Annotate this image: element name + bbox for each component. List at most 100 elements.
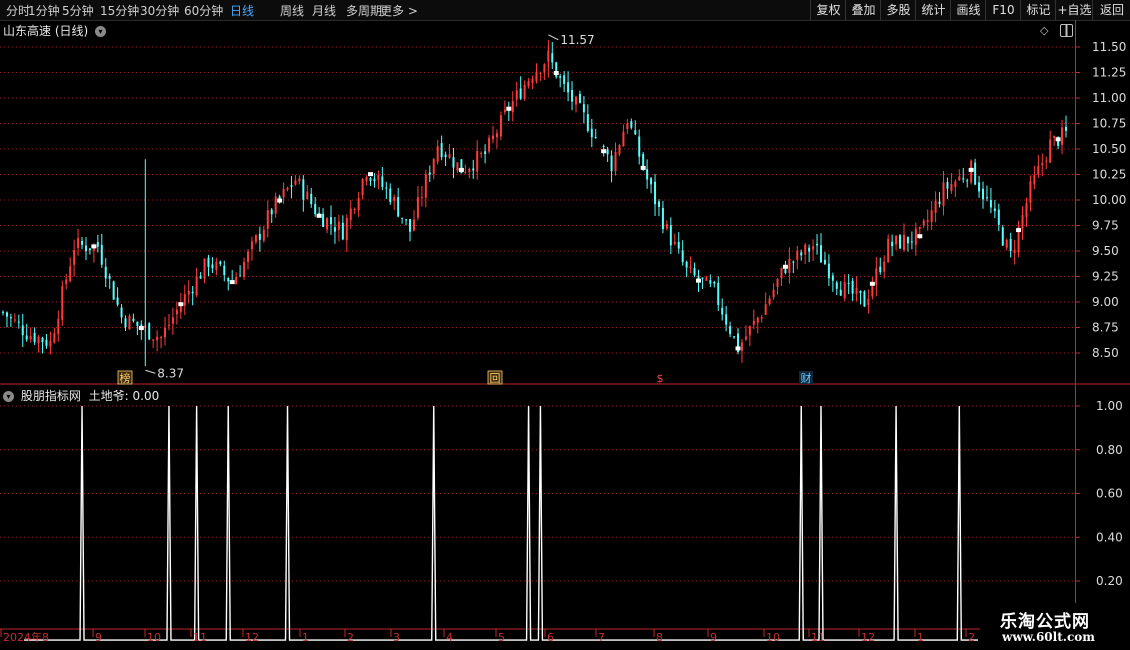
candle-body [464,171,467,173]
candle-body [88,248,91,251]
event-marker: 财 [801,371,812,385]
candle-body [337,221,340,231]
stock-title: 山东高速 (日线) [3,24,89,38]
day-marker [506,106,512,111]
candle-body [602,145,605,147]
candle-body [796,250,799,260]
candle-body [733,336,736,338]
indicator-dropdown-icon[interactable]: ▾ [3,391,14,402]
candle-body [1037,165,1040,175]
candle-body [503,109,506,113]
candle-body [219,261,222,265]
candle-body [104,266,107,279]
candle-body [539,72,542,74]
candle-body [472,168,475,171]
candle-body [764,304,767,315]
candle-body [420,197,423,199]
candle-body [377,174,380,181]
candle-body [37,336,40,344]
price-tick-label: 11.25 [1092,66,1126,80]
candle-body [590,128,593,138]
toolbar-action-8[interactable]: 返回 [1092,0,1130,20]
candle-body [689,266,692,269]
candle-body [966,180,969,182]
price-tick-label: 9.75 [1092,219,1119,233]
candle-body [887,238,890,262]
candle-body [610,155,613,172]
candle-body [740,342,743,351]
candle-body [282,188,285,198]
title-dropdown-icon[interactable]: ▾ [95,26,107,37]
candle-body [84,245,87,252]
period-tab-5[interactable]: 60分钟 [184,2,223,19]
candle-body [345,218,348,241]
candle-body [152,339,155,341]
period-tab-2[interactable]: 5分钟 [62,2,94,19]
day-marker [869,281,875,286]
candle-body [942,182,945,206]
day-marker [553,71,559,75]
x-axis-label: 2 [347,631,354,644]
candle-body [412,219,415,231]
price-tick-label: 11.50 [1092,40,1126,54]
period-tab-4[interactable]: 30分钟 [140,2,179,19]
candle-body [476,150,479,172]
candle-body [326,218,329,230]
candle-body [203,258,206,279]
candle-body [938,201,941,205]
candle-body [835,282,838,289]
candle-body [1049,139,1052,163]
day-marker [640,165,646,170]
candle-body [879,266,882,273]
candle-body [108,276,111,279]
day-marker [968,167,974,172]
candle-body [823,259,826,265]
period-tab-1[interactable]: 1分钟 [28,2,60,19]
candle-body [515,90,518,100]
candle-body [61,285,64,320]
toolbar-action-2[interactable]: 多股 [880,0,916,20]
candle-body [45,339,48,346]
x-axis-label: 9 [710,631,717,644]
price-tick-label: 11.00 [1092,91,1126,105]
period-tab-9[interactable]: 多周期 [346,2,382,19]
candle-body [989,199,992,208]
candle-body [41,337,44,343]
period-tab-7[interactable]: 周线 [280,2,304,19]
candle-body [183,294,186,306]
price-tick-label: 10.75 [1092,117,1126,131]
panel-toggle-icon[interactable] [1060,24,1074,37]
period-tab-6[interactable]: 日线 [230,2,254,19]
watermark-url: www.60lt.com [1002,630,1095,644]
candle-body [906,236,909,244]
candle-body [685,261,688,268]
candle-body [578,93,581,103]
day-marker [601,149,607,154]
candle-body [958,176,961,181]
toolbar-action-6[interactable]: 标记 [1020,0,1056,20]
candle-body [171,317,174,324]
candle-body [899,235,902,249]
toolbar-action-1[interactable]: 叠加 [845,0,881,20]
period-tab-8[interactable]: 月线 [312,2,336,19]
candle-body [804,244,807,255]
toolbar-action-3[interactable]: 统计 [915,0,951,20]
x-axis-label: 9 [95,631,102,644]
candle-body [235,276,238,285]
candle-body [729,326,732,335]
toolbar-action-5[interactable]: F10 [985,0,1021,20]
toolbar-action-4[interactable]: 画线 [950,0,986,20]
candle-body [322,213,325,228]
candle-body [409,219,412,232]
candle-body [657,201,660,207]
toolbar-action-0[interactable]: 复权 [810,0,846,20]
candle-body [974,162,977,185]
period-tab-0[interactable]: 分时 [6,2,30,19]
candle-body [934,200,937,213]
diamond-icon[interactable]: ◇ [1040,24,1048,37]
period-tab-3[interactable]: 15分钟 [100,2,139,19]
day-marker [782,264,788,269]
period-tab-10[interactable]: 更多 > [380,2,418,19]
candle-body [128,316,131,330]
toolbar-action-7[interactable]: +自选 [1055,0,1093,20]
